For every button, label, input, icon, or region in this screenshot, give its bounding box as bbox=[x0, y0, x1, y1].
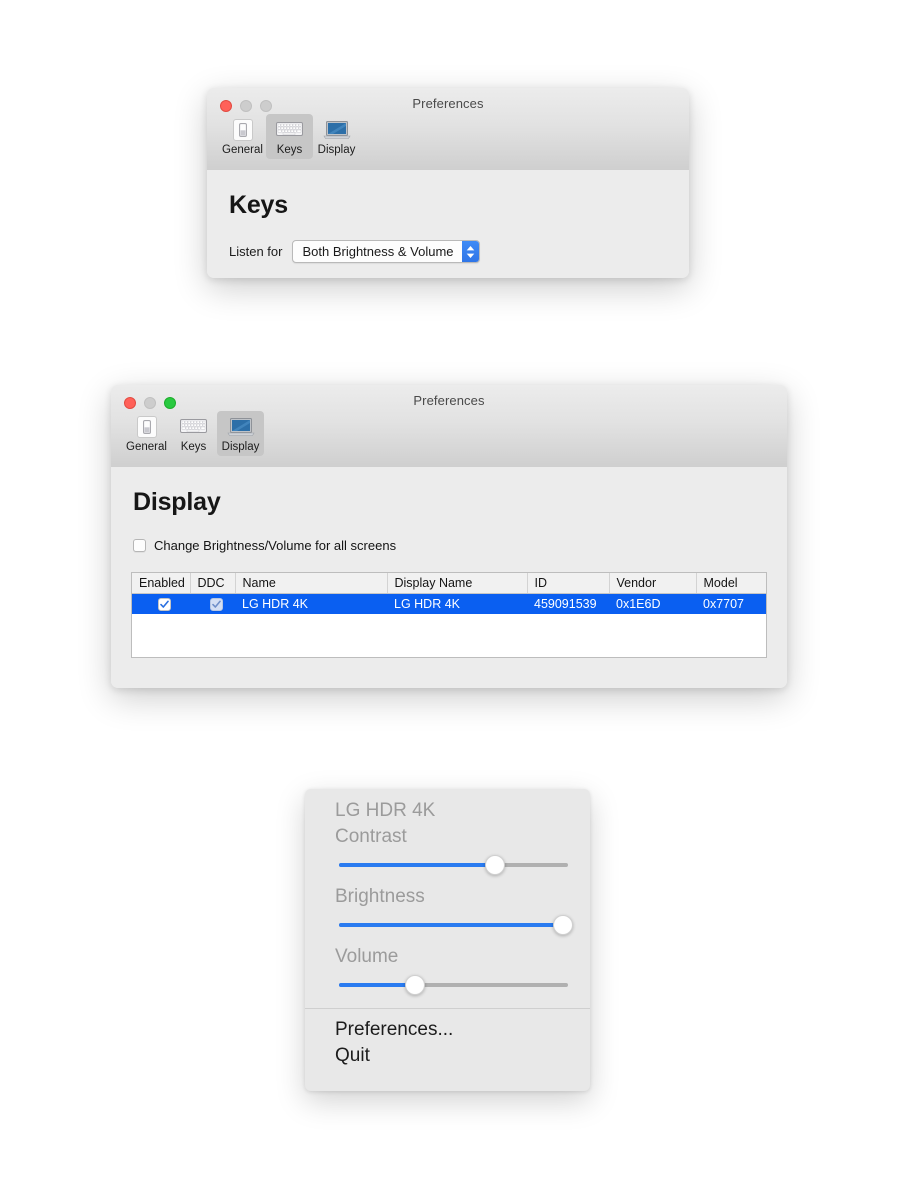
cell-name: LG HDR 4K bbox=[235, 593, 387, 614]
tab-general-label: General bbox=[126, 441, 167, 453]
window-toolbar-display: Preferences General Keys Display bbox=[111, 385, 787, 468]
table-header-row: Enabled DDC Name Display Name ID Vendor … bbox=[132, 573, 766, 594]
keyboard-icon bbox=[180, 414, 208, 439]
col-header-enabled[interactable]: Enabled bbox=[132, 573, 191, 594]
tab-keys[interactable]: Keys bbox=[170, 411, 217, 456]
brightness-slider-fill bbox=[339, 923, 564, 927]
screenshot-canvas: Preferences General Keys Display Keys Li… bbox=[0, 0, 898, 1181]
contrast-slider-knob[interactable] bbox=[484, 855, 505, 875]
menu-display-name: LG HDR 4K bbox=[335, 800, 436, 821]
tab-display-label: Display bbox=[317, 144, 356, 156]
col-header-name[interactable]: Name bbox=[235, 573, 388, 594]
volume-label: Volume bbox=[335, 946, 399, 967]
tab-general[interactable]: General bbox=[123, 411, 170, 456]
keys-panel: Keys Listen for Both Brightness & Volume bbox=[207, 170, 689, 278]
table-row[interactable]: LG HDR 4K LG HDR 4K 459091539 0x1E6D 0x7… bbox=[132, 593, 766, 614]
window-title-display: Preferences bbox=[413, 393, 485, 408]
keyboard-icon bbox=[276, 117, 304, 142]
menu-item-preferences[interactable]: Preferences... bbox=[305, 1017, 590, 1043]
row-ddc-checkbox[interactable] bbox=[209, 597, 223, 611]
menu-item-quit[interactable]: Quit bbox=[305, 1043, 590, 1069]
chevron-up-down-icon[interactable] bbox=[461, 241, 479, 262]
col-header-id[interactable]: ID bbox=[527, 573, 610, 594]
tab-keys-label: Keys bbox=[276, 144, 303, 156]
tab-display[interactable]: Display bbox=[313, 114, 360, 159]
laptop-display-icon bbox=[226, 414, 255, 439]
window-title-keys: Preferences bbox=[412, 96, 484, 111]
displays-grid: Enabled DDC Name Display Name ID Vendor … bbox=[132, 573, 766, 614]
laptop-display-icon bbox=[322, 117, 351, 142]
page-title-display: Display bbox=[133, 488, 221, 516]
brightness-slider[interactable] bbox=[339, 910, 574, 938]
brightness-slider-knob[interactable] bbox=[553, 915, 574, 935]
col-header-vendor[interactable]: Vendor bbox=[609, 573, 697, 594]
all-screens-checkbox[interactable] bbox=[133, 539, 146, 552]
cell-id: 459091539 bbox=[527, 593, 609, 614]
toolbar-tabs-display[interactable]: General Keys Display bbox=[123, 411, 264, 456]
listen-for-row: Listen for Both Brightness & Volume bbox=[229, 240, 480, 263]
listen-for-select[interactable]: Both Brightness & Volume bbox=[292, 240, 480, 263]
contrast-label: Contrast bbox=[335, 826, 407, 847]
statusbar-popup-menu[interactable]: LG HDR 4K Contrast Brightness Volume Pre… bbox=[305, 789, 590, 1091]
cell-enabled[interactable] bbox=[132, 593, 190, 614]
row-enabled-checkbox[interactable] bbox=[158, 597, 171, 611]
all-screens-checkbox-row[interactable]: Change Brightness/Volume for all screens bbox=[133, 538, 396, 553]
page-title-keys: Keys bbox=[229, 191, 288, 219]
displays-table[interactable]: Enabled DDC Name Display Name ID Vendor … bbox=[131, 572, 767, 658]
col-header-ddc[interactable]: DDC bbox=[190, 573, 236, 594]
contrast-slider[interactable] bbox=[339, 850, 568, 878]
preferences-window-keys[interactable]: Preferences General Keys Display Keys Li… bbox=[207, 88, 689, 278]
menu-actions: Preferences... Quit bbox=[305, 1009, 590, 1079]
listen-for-value: Both Brightness & Volume bbox=[302, 244, 454, 259]
tab-keys-label: Keys bbox=[180, 441, 207, 453]
cell-vendor: 0x1E6D bbox=[609, 593, 696, 614]
cell-ddc[interactable] bbox=[190, 593, 235, 614]
window-toolbar-keys: Preferences General Keys Display bbox=[207, 88, 689, 171]
light-switch-icon bbox=[133, 414, 161, 439]
volume-slider-knob[interactable] bbox=[404, 975, 425, 995]
listen-for-label: Listen for bbox=[229, 244, 283, 259]
col-header-display-name[interactable]: Display Name bbox=[387, 573, 528, 594]
cell-display-name: LG HDR 4K bbox=[387, 593, 527, 614]
tab-display[interactable]: Display bbox=[217, 411, 264, 456]
preferences-window-display[interactable]: Preferences General Keys Display Display… bbox=[111, 385, 787, 688]
volume-slider[interactable] bbox=[339, 970, 568, 998]
toolbar-tabs-keys[interactable]: General Keys Display bbox=[219, 114, 360, 159]
table-empty-area bbox=[132, 613, 766, 657]
brightness-label: Brightness bbox=[335, 886, 425, 907]
tab-keys[interactable]: Keys bbox=[266, 114, 313, 159]
all-screens-label: Change Brightness/Volume for all screens bbox=[154, 538, 397, 553]
tab-general-label: General bbox=[222, 144, 263, 156]
light-switch-icon bbox=[229, 117, 257, 142]
tab-display-label: Display bbox=[221, 441, 260, 453]
cell-model: 0x7707 bbox=[696, 593, 766, 614]
contrast-slider-fill bbox=[339, 863, 495, 867]
col-header-model[interactable]: Model bbox=[696, 573, 766, 594]
tab-general[interactable]: General bbox=[219, 114, 266, 159]
volume-slider-fill bbox=[339, 983, 415, 987]
display-panel: Display Change Brightness/Volume for all… bbox=[111, 467, 787, 688]
